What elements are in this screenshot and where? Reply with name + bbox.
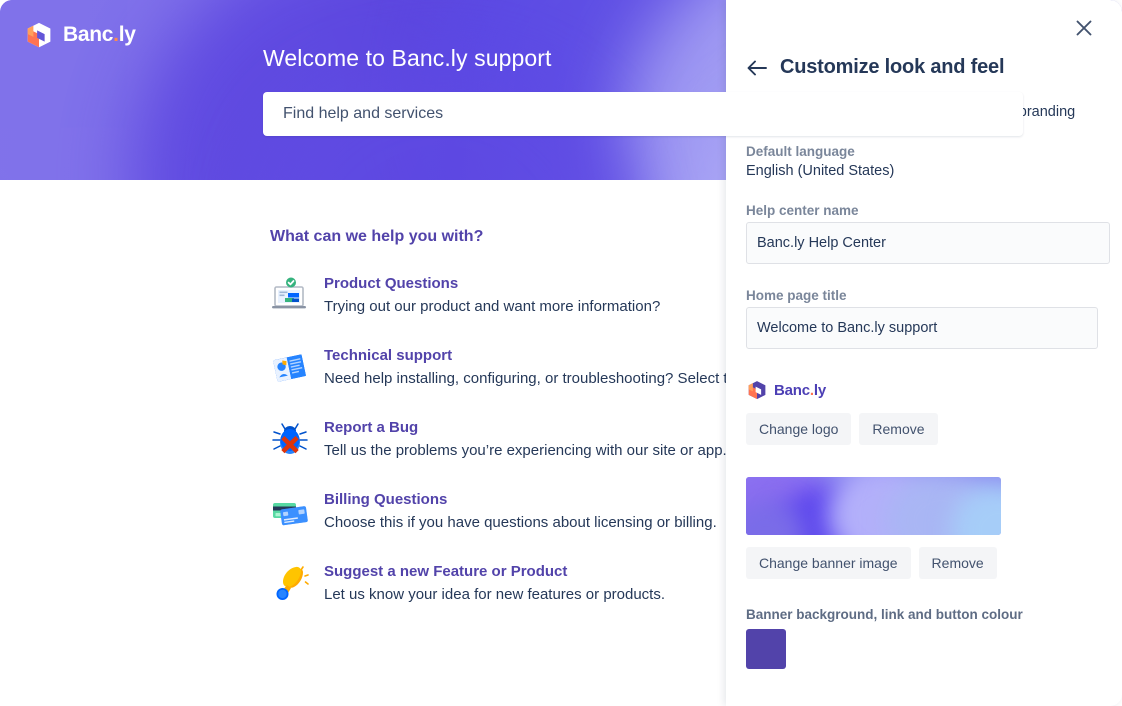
help-center-name-label: Help center name xyxy=(746,203,859,218)
banner-colour-label: Banner background, link and button colou… xyxy=(746,607,1023,622)
help-topic-body: Report a Bug Tell us the problems you’re… xyxy=(324,416,727,459)
help-topic-desc: Trying out our product and want more inf… xyxy=(324,298,661,315)
search-input[interactable]: Find help and services xyxy=(263,92,1023,136)
change-banner-image-button[interactable]: Change banner image xyxy=(746,547,911,579)
help-topic-desc: Choose this if you have questions about … xyxy=(324,514,717,531)
banner-content: Welcome to Banc.ly support Find help and… xyxy=(263,0,1083,136)
help-topic-body: Product Questions Trying out our product… xyxy=(324,272,660,315)
help-topic-desc: Need help installing, configuring, or tr… xyxy=(324,370,783,387)
home-page-title-input[interactable] xyxy=(746,307,1098,349)
bancly-cube-logo-icon xyxy=(748,381,766,399)
help-topic-title[interactable]: Technical support xyxy=(324,347,783,364)
lightbulb-idea-icon xyxy=(276,566,309,600)
help-topic-title[interactable]: Suggest a new Feature or Product xyxy=(324,563,665,580)
remove-banner-button[interactable]: Remove xyxy=(918,547,997,579)
bug-icon xyxy=(272,423,308,454)
manual-book-icon xyxy=(273,354,306,382)
help-topic-title[interactable]: Product Questions xyxy=(324,275,660,292)
credit-cards-icon xyxy=(273,503,308,526)
home-page-title-label: Home page title xyxy=(746,288,847,303)
logo-actions: Change logo Remove xyxy=(746,413,1100,445)
banner-actions: Change banner image Remove xyxy=(746,547,1100,579)
site-logo-text: Banc.ly xyxy=(63,23,136,46)
app-root: Banc.ly Welcome to Banc.ly support Find … xyxy=(0,0,1122,706)
default-language-label: Default language xyxy=(746,144,855,159)
default-language-value: English (United States) xyxy=(746,163,895,179)
help-topic-title[interactable]: Report a Bug xyxy=(324,419,727,436)
banner-title: Welcome to Banc.ly support xyxy=(263,45,552,71)
help-topic-body: Billing Questions Choose this if you hav… xyxy=(324,488,717,531)
help-topic-body: Suggest a new Feature or Product Let us … xyxy=(324,560,665,603)
help-topic-body: Technical support Need help installing, … xyxy=(324,344,783,387)
help-topic-desc: Tell us the problems you’re experiencing… xyxy=(324,442,727,459)
help-topic-title[interactable]: Billing Questions xyxy=(324,491,717,508)
change-logo-button[interactable]: Change logo xyxy=(746,413,852,445)
bancly-cube-logo-icon xyxy=(27,22,51,48)
help-center-name-input[interactable] xyxy=(746,222,1110,264)
site-logo[interactable]: Banc.ly xyxy=(24,20,136,50)
banner-image-preview xyxy=(746,477,1001,535)
search-placeholder: Find help and services xyxy=(283,105,444,122)
help-topic-desc: Let us know your idea for new features o… xyxy=(324,586,666,603)
banner-colour-swatch[interactable] xyxy=(746,629,786,669)
remove-logo-button[interactable]: Remove xyxy=(859,413,938,445)
logo-preview-text: Banc.ly xyxy=(774,381,826,399)
logo-preview: Banc.ly xyxy=(746,379,1100,401)
laptop-check-icon xyxy=(272,277,306,309)
